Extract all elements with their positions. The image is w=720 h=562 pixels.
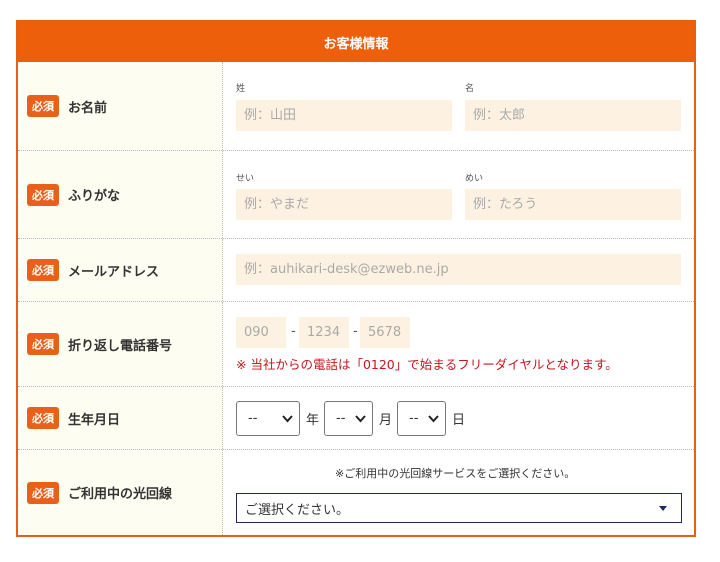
required-badge: 必須	[27, 183, 59, 206]
phone-part3-input[interactable]	[360, 317, 410, 348]
required-badge: 必須	[27, 259, 59, 281]
required-badge: 必須	[27, 95, 59, 117]
birth-month-select[interactable]: --	[324, 401, 373, 436]
year-unit: 年	[306, 413, 320, 428]
birth-day-value: --	[409, 411, 419, 426]
form-title: お客様情報	[323, 36, 389, 52]
row-label-cell: 必須 お名前	[18, 62, 223, 150]
customer-info-form: お客様情報 必須 お名前 姓 名 必須 ふりがな せい めい 必須 メール	[16, 20, 696, 537]
form-header: お客様情報	[18, 22, 694, 62]
row-label-cell: 必須 ふりがな	[18, 151, 223, 238]
row-current-line: 必須 ご利用中の光回線 ※ご利用中の光回線サービスをご選択ください。 ご選択くだ…	[18, 449, 694, 535]
phone-note: ※ 当社からの電話は「0120」で始まるフリーダイヤルとなります。	[236, 357, 618, 372]
last-kana-input[interactable]	[236, 189, 452, 220]
current-line-select[interactable]: ご選択ください。	[236, 493, 682, 523]
email-field-cell	[223, 239, 694, 301]
phone-part1-input[interactable]	[236, 317, 286, 348]
last-name-caption: 姓	[236, 84, 246, 94]
current-line-hint: ※ご利用中の光回線サービスをご選択ください。	[335, 467, 576, 480]
row-label-cell: 必須 生年月日	[18, 387, 223, 449]
first-kana-input[interactable]	[465, 189, 681, 220]
chevron-down-icon	[428, 415, 439, 423]
current-line-label: ご利用中の光回線	[68, 487, 173, 502]
phone-part2-input[interactable]	[299, 317, 349, 348]
birthday-field-cell: -- 年 -- 月 -- 日	[223, 387, 694, 449]
furigana-field-cell: せい めい	[223, 151, 694, 238]
name-field-cell: 姓 名	[223, 62, 694, 150]
row-label-cell: 必須 メールアドレス	[18, 239, 223, 301]
birthday-label: 生年月日	[68, 412, 121, 428]
phone-separator: -	[353, 324, 358, 339]
phone-field-cell: - - ※ 当社からの電話は「0120」で始まるフリーダイヤルとなります。	[223, 302, 694, 386]
current-line-field-cell: ※ご利用中の光回線サービスをご選択ください。 ご選択ください。	[223, 450, 694, 535]
first-name-input[interactable]	[465, 100, 681, 131]
name-label: お名前	[68, 100, 108, 116]
row-label-cell: 必須 ご利用中の光回線	[18, 450, 223, 535]
email-input[interactable]	[236, 254, 681, 285]
birth-day-select[interactable]: --	[397, 401, 446, 436]
last-kana-caption: せい	[236, 174, 255, 184]
caret-down-icon	[659, 506, 667, 511]
row-name: 必須 お名前 姓 名	[18, 62, 694, 150]
chevron-down-icon	[282, 415, 293, 423]
required-badge: 必須	[27, 333, 59, 355]
row-email: 必須 メールアドレス	[18, 238, 694, 301]
row-birthday: 必須 生年月日 -- 年 -- 月 -- 日	[18, 386, 694, 449]
month-unit: 月	[379, 413, 393, 428]
row-furigana: 必須 ふりがな せい めい	[18, 150, 694, 238]
row-phone: 必須 折り返し電話番号 - - ※ 当社からの電話は「0120」で始まるフリーダ…	[18, 301, 694, 386]
required-badge: 必須	[27, 481, 59, 504]
first-kana-caption: めい	[465, 174, 484, 184]
birth-month-value: --	[336, 411, 346, 426]
email-label: メールアドレス	[68, 264, 160, 280]
phone-label: 折り返し電話番号	[68, 338, 173, 354]
current-line-value: ご選択ください。	[245, 502, 350, 518]
day-unit: 日	[452, 413, 466, 428]
last-name-input[interactable]	[236, 100, 452, 131]
phone-separator: -	[291, 324, 296, 339]
first-name-caption: 名	[465, 84, 475, 94]
row-label-cell: 必須 折り返し電話番号	[18, 302, 223, 386]
required-badge: 必須	[27, 407, 59, 429]
furigana-label: ふりがな	[68, 189, 121, 204]
chevron-down-icon	[355, 415, 366, 423]
birth-year-select[interactable]: --	[236, 401, 300, 436]
birth-year-value: --	[248, 411, 258, 426]
